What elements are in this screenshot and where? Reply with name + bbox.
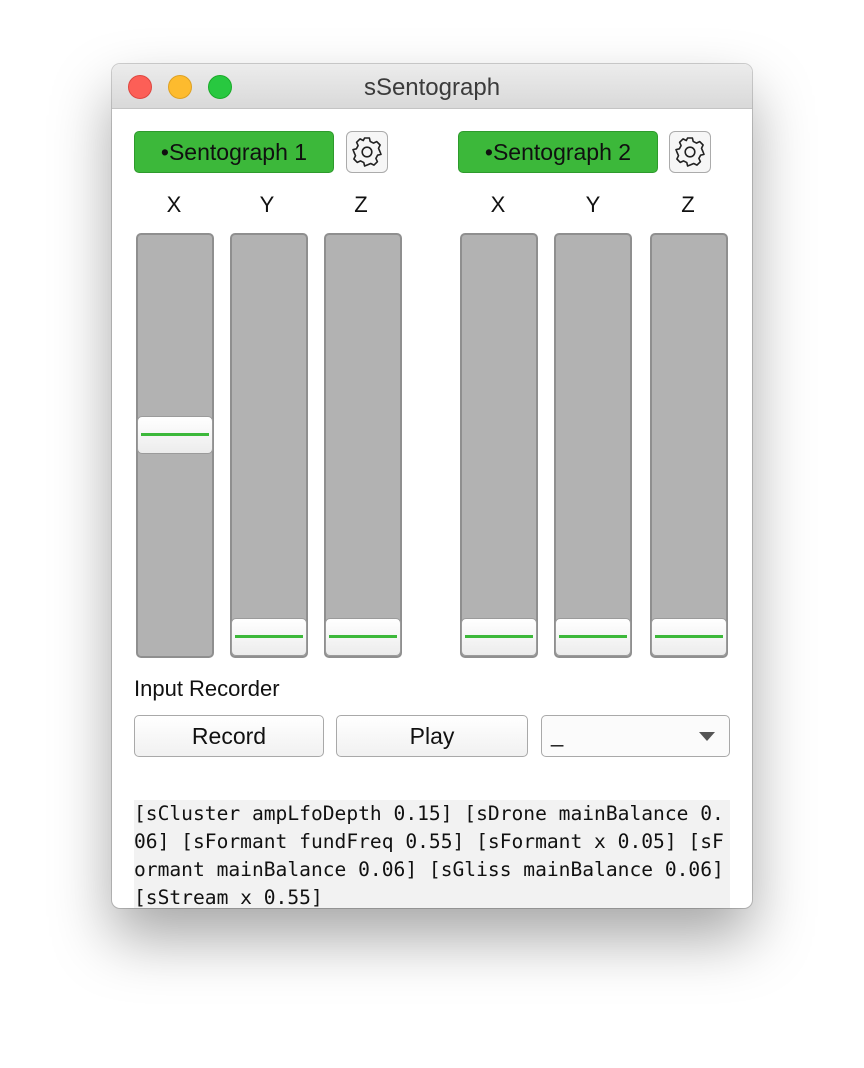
input-recorder-label: Input Recorder [134,676,280,701]
recording-select-value: _ [551,722,564,747]
slider-y-1[interactable] [230,233,308,658]
slider-thumb[interactable] [461,618,537,656]
slider-thumb[interactable] [137,416,213,455]
slider-z-2[interactable] [650,233,728,658]
gear-icon [675,137,705,167]
window-title: sSentograph [363,74,501,101]
sentograph-2-settings-button[interactable] [669,131,711,173]
axis-label-x-2: X [490,192,506,217]
axis-label-z-2: Z [681,192,695,217]
axis-label-y-2: Y [585,192,601,217]
sentograph-2-button[interactable]: •Sentograph 2 [458,131,658,173]
slider-x-2[interactable] [460,233,538,658]
slider-thumb[interactable] [325,618,401,656]
slider-y-2[interactable] [554,233,632,658]
title-bar[interactable]: sSentograph [112,64,752,109]
slider-thumb[interactable] [651,618,727,656]
chevron-down-icon [699,732,715,741]
sentograph-1-settings-button[interactable] [346,131,388,173]
axis-label-y-1: Y [259,192,275,217]
axis-label-z-1: Z [354,192,368,217]
slider-z-1[interactable] [324,233,402,658]
slider-thumb[interactable] [231,618,307,656]
play-button[interactable]: Play [336,715,528,757]
sentograph-1-button[interactable]: •Sentograph 1 [134,131,334,173]
app-window: sSentograph •Sentograph 1 •Sentograph 2 … [112,64,752,908]
record-button[interactable]: Record [134,715,324,757]
slider-thumb[interactable] [555,618,631,656]
output-log[interactable]: [sCluster ampLfoDepth 0.15] [sDrone main… [134,800,730,908]
gear-icon [352,137,382,167]
axis-label-x-1: X [166,192,182,217]
recording-select[interactable]: _ [541,715,730,757]
slider-x-1[interactable] [136,233,214,658]
